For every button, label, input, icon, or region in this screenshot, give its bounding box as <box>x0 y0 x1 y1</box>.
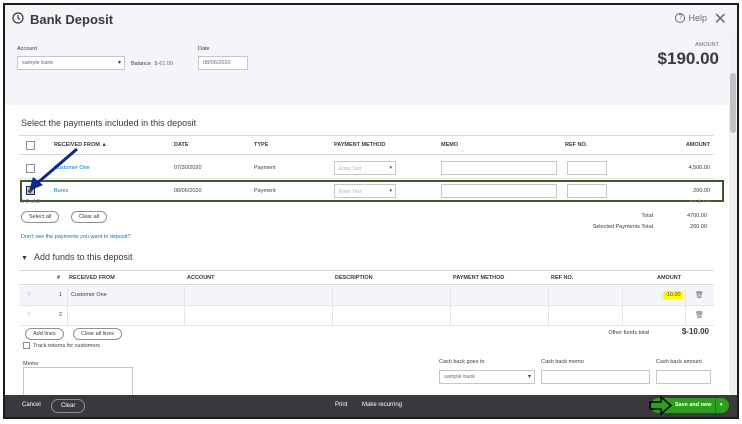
selected-total-value: 200.00 <box>690 224 707 230</box>
col-ref-no: REF NO. <box>551 275 574 281</box>
col-date: DATE <box>174 142 189 148</box>
received-from-cell[interactable]: Customer One <box>71 292 107 298</box>
cancel-button[interactable]: Cancel <box>13 399 50 413</box>
add-funds-title: Add funds to this deposit <box>33 252 133 262</box>
chevron-down-icon[interactable]: ▾ <box>715 398 729 413</box>
chevron-down-icon: ▾ <box>117 60 121 66</box>
pager-count: 1-2 of 2 <box>21 199 40 205</box>
col-description: DESCRIPTION <box>335 275 373 281</box>
help-button[interactable]: ? Help <box>675 13 707 23</box>
col-account: ACCOUNT <box>187 275 215 281</box>
cash-back-goes-label: Cash back goes to <box>439 359 485 365</box>
amount-cell: 4,500.00 <box>688 165 710 171</box>
clear-all-lines-button[interactable]: Clear all lines <box>73 328 123 340</box>
add-funds-section[interactable]: ▼ Add funds to this deposit <box>21 252 133 262</box>
type-cell: Payment <box>254 165 276 171</box>
total-label: Total <box>641 213 653 219</box>
cash-back-memo-label: Cash back memo <box>541 359 584 365</box>
annotation-arrow-icon <box>29 147 78 191</box>
amount-label: AMOUNT <box>695 42 719 48</box>
other-funds-label: Other funds total <box>608 330 649 336</box>
chevron-down-icon: ▾ <box>389 165 392 171</box>
pager-nav[interactable]: « ‹ 1 › » <box>690 199 709 205</box>
page-title-group: Bank Deposit <box>12 12 113 27</box>
page-title: Bank Deposit <box>30 12 114 27</box>
date-label: Date <box>198 46 210 52</box>
footer-bar: Cancel Clear Print Make recurring Save a… <box>5 395 737 417</box>
track-returns-label: Track returns for customers <box>33 343 101 349</box>
amount-cell[interactable]: -10.00 <box>663 291 683 299</box>
balance-display: Balance $-61.00 <box>131 61 173 67</box>
table-row: Customer One 07/30/2020 Payment Enter Te… <box>19 157 714 179</box>
col-amount: AMOUNT <box>657 275 682 281</box>
make-recurring-link[interactable]: Make recurring <box>362 402 402 408</box>
cash-back-amount-label: Cash back amount <box>656 359 702 365</box>
clear-all-button[interactable]: Clear all <box>71 211 108 223</box>
col-received-from: RECEIVED FROM <box>69 275 115 281</box>
bank-deposit-window: Bank Deposit ? Help ✕ Account sample ban… <box>3 3 739 419</box>
annotation-arrow-icon <box>649 396 673 415</box>
col-memo: MEMO <box>441 142 459 148</box>
history-icon[interactable] <box>12 12 24 27</box>
cash-back-account-value: sample bank <box>444 374 476 380</box>
account-label: Account <box>17 46 37 52</box>
date-field[interactable]: 08/06/2020 <box>198 56 248 70</box>
memo-input[interactable] <box>441 161 557 175</box>
selected-total-label: Selected Payments Total <box>592 224 653 230</box>
help-label: Help <box>688 13 707 23</box>
trash-icon[interactable]: 🗑 <box>695 311 704 319</box>
balance-value: $-61.00 <box>154 61 174 67</box>
chevron-down-icon: ▼ <box>21 255 28 262</box>
missing-payments-link[interactable]: Don't see the payments you want to depos… <box>21 234 131 240</box>
highlighted-row-outline <box>20 180 724 202</box>
other-funds-value: $-10.00 <box>681 327 709 336</box>
table-row[interactable]: ⠿ 2 🗑 <box>19 306 714 326</box>
line-number: 1 <box>59 292 63 298</box>
col-ref-no: REF NO. <box>565 142 588 148</box>
date-value: 08/06/2020 <box>203 60 231 66</box>
col-type: TYPE <box>254 142 269 148</box>
select-all-button[interactable]: Select all <box>21 211 60 223</box>
scrollbar-thumb[interactable] <box>730 73 736 133</box>
drag-handle-icon[interactable]: ⠿ <box>27 312 31 318</box>
memo-textarea[interactable] <box>23 367 133 397</box>
trash-icon[interactable]: 🗑 <box>695 291 704 299</box>
payments-table-header: RECEIVED FROM ▲ DATE TYPE PAYMENT METHOD… <box>19 135 714 155</box>
add-funds-table-header: # RECEIVED FROM ACCOUNT DESCRIPTION PAYM… <box>19 270 714 285</box>
col-payment-method: PAYMENT METHOD <box>334 142 386 148</box>
col-number: # <box>57 275 61 281</box>
date-cell: 07/30/2020 <box>174 165 202 171</box>
payments-section-title: Select the payments included in this dep… <box>21 118 197 128</box>
balance-label: Balance <box>131 61 151 67</box>
chevron-down-icon: ▾ <box>527 374 531 380</box>
ref-no-input[interactable] <box>567 161 607 175</box>
amount-total: $190.00 <box>657 49 719 68</box>
cash-back-memo-input[interactable] <box>541 370 650 384</box>
drag-handle-icon[interactable]: ⠿ <box>27 292 31 298</box>
save-and-new-label: Save and new <box>675 402 712 408</box>
help-icon: ? <box>675 13 686 23</box>
line-number: 2 <box>59 312 63 318</box>
account-value: sample bank <box>22 60 54 66</box>
add-lines-button[interactable]: Add lines <box>25 328 64 340</box>
header-panel: Bank Deposit ? Help ✕ Account sample ban… <box>5 5 737 105</box>
vertical-scrollbar[interactable] <box>729 33 737 398</box>
close-icon[interactable]: ✕ <box>714 9 727 29</box>
account-select[interactable]: sample bank ▾ <box>17 56 125 70</box>
track-returns-checkbox[interactable] <box>23 342 30 349</box>
payment-method-placeholder: Enter Text <box>339 166 362 172</box>
payment-method-select[interactable]: Enter Text ▾ <box>334 161 396 175</box>
clear-button[interactable]: Clear <box>51 399 86 413</box>
col-amount: AMOUNT <box>685 142 710 148</box>
col-payment-method: PAYMENT METHOD <box>453 275 505 281</box>
cash-back-amount-input[interactable] <box>656 370 711 384</box>
cash-back-account-select[interactable]: sample bank ▾ <box>439 370 535 384</box>
total-value: 4700.00 <box>687 213 707 219</box>
table-row[interactable]: ⠿ 1 Customer One -10.00 🗑 <box>19 286 714 306</box>
print-link[interactable]: Print <box>335 402 347 408</box>
